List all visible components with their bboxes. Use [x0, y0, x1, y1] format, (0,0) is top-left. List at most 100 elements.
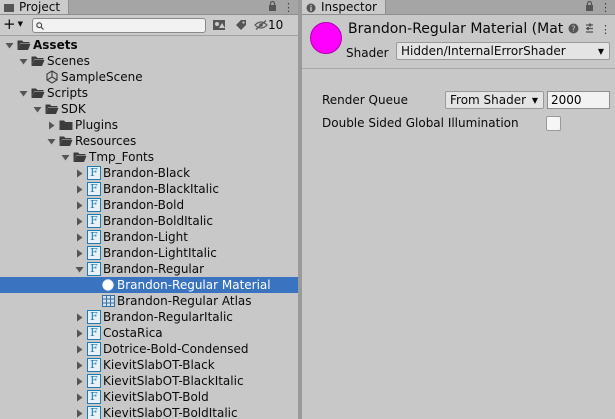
font-asset-icon: F	[87, 230, 101, 244]
expand-closed-arrow-icon[interactable]	[74, 360, 84, 370]
dsgi-label: Double Sided Global Illumination	[322, 116, 519, 130]
tree-item[interactable]: Scenes	[0, 53, 298, 69]
tree-item[interactable]: F Brandon-BoldItalic	[0, 213, 298, 229]
tree-item[interactable]: F Brandon-LightItalic	[0, 245, 298, 261]
render-queue-label: Render Queue	[322, 93, 408, 107]
inspector-tab-tools: ⋮	[585, 0, 611, 14]
expand-closed-arrow-icon[interactable]	[74, 184, 84, 194]
project-tabbar: Project ⋮	[0, 0, 298, 15]
render-queue-input[interactable]	[547, 91, 610, 109]
tree-item[interactable]: F CostaRica	[0, 325, 298, 341]
inspector-panel: Inspector ⋮ Brandon-Regular Material (Ma…	[302, 0, 615, 419]
expand-closed-arrow-icon[interactable]	[46, 120, 56, 130]
expand-open-arrow-icon[interactable]	[46, 136, 56, 146]
expand-open-arrow-icon[interactable]	[4, 40, 14, 50]
lock-icon[interactable]	[268, 0, 277, 14]
expand-open-arrow-icon[interactable]	[18, 56, 28, 66]
tree-item[interactable]: F KievitSlabOT-Bold	[0, 389, 298, 405]
shader-label: Shader	[346, 46, 389, 60]
tree-item[interactable]: F Brandon-Black	[0, 165, 298, 181]
expand-closed-arrow-icon[interactable]	[74, 248, 84, 258]
chevron-down-icon: ▼	[531, 96, 538, 105]
expand-closed-arrow-icon[interactable]	[74, 312, 84, 322]
tree-item[interactable]: Scripts	[0, 85, 298, 101]
panel-menu-icon[interactable]: ⋮	[283, 1, 294, 14]
expand-closed-arrow-icon[interactable]	[74, 216, 84, 226]
tree-item[interactable]: Resources	[0, 133, 298, 149]
render-queue-dropdown[interactable]: From Shader ▼	[445, 91, 544, 109]
expand-closed-arrow-icon[interactable]	[74, 200, 84, 210]
font-asset-icon: F	[87, 374, 101, 388]
tree-item-label: KievitSlabOT-BoldItalic	[103, 406, 238, 419]
font-asset-icon: F	[87, 326, 101, 340]
tree-item[interactable]: F Brandon-BlackItalic	[0, 181, 298, 197]
expand-closed-arrow-icon[interactable]	[74, 408, 84, 418]
tree-item-label: Brandon-Regular Material	[117, 278, 271, 292]
folder-icon	[59, 118, 73, 132]
project-toolbar-icons: 10	[210, 18, 283, 32]
tree-item[interactable]: F Brandon-RegularItalic	[0, 309, 298, 325]
font-asset-icon: F	[87, 310, 101, 324]
expand-closed-arrow-icon[interactable]	[74, 328, 84, 338]
expand-closed-arrow-icon[interactable]	[74, 232, 84, 242]
help-icon[interactable]: ?	[568, 23, 579, 37]
hidden-packages-toggle[interactable]: 10	[254, 18, 283, 32]
expand-closed-arrow-icon[interactable]	[74, 168, 84, 178]
material-icon	[101, 278, 115, 292]
tree-item[interactable]: SampleScene	[0, 69, 298, 85]
tree-item[interactable]: F KievitSlabOT-BoldItalic	[0, 405, 298, 419]
lock-icon[interactable]	[585, 0, 594, 14]
tree-item-label: Brandon-BlackItalic	[103, 182, 219, 196]
tree-item-label: Brandon-LightItalic	[103, 246, 217, 260]
chevron-down-icon: ▼	[17, 20, 23, 28]
context-menu-icon[interactable]: ⋮	[600, 23, 611, 37]
expand-open-arrow-icon[interactable]	[74, 264, 84, 274]
tree-item-label: Brandon-BoldItalic	[103, 214, 213, 228]
panel-menu-icon[interactable]: ⋮	[600, 1, 611, 14]
tree-item[interactable]: F Brandon-Light	[0, 229, 298, 245]
tree-item[interactable]: Assets	[0, 37, 298, 53]
tree-item[interactable]: Brandon-Regular Atlas	[0, 293, 298, 309]
folder-open-icon	[31, 54, 45, 68]
project-tree: Assets Scenes SampleScene Scripts SDK Plugins…	[0, 37, 298, 419]
tree-item[interactable]: F KievitSlabOT-Black	[0, 357, 298, 373]
expand-closed-arrow-icon[interactable]	[74, 344, 84, 354]
expand-closed-arrow-icon[interactable]	[74, 376, 84, 386]
tree-item[interactable]: SDK	[0, 101, 298, 117]
search-input[interactable]	[44, 20, 198, 31]
tree-item[interactable]: Brandon-Regular Material	[0, 277, 298, 293]
tree-item-label: SDK	[61, 102, 86, 116]
tree-item-label: Assets	[33, 38, 78, 52]
expand-open-arrow-icon[interactable]	[18, 88, 28, 98]
info-icon	[306, 2, 316, 13]
shader-dropdown[interactable]: Hidden/InternalErrorShader ▼	[396, 42, 610, 60]
preset-icon[interactable]	[584, 23, 595, 37]
expand-closed-arrow-icon[interactable]	[74, 392, 84, 402]
folder-icon	[4, 2, 14, 12]
search-by-label-button[interactable]	[232, 18, 250, 32]
dsgi-checkbox[interactable]	[546, 116, 561, 131]
search-field[interactable]	[32, 18, 206, 33]
font-asset-icon: F	[87, 342, 101, 356]
tree-item[interactable]: F KievitSlabOT-BlackItalic	[0, 373, 298, 389]
tree-item[interactable]: F Brandon-Regular	[0, 261, 298, 277]
tab-inspector[interactable]: Inspector	[302, 0, 386, 14]
tree-item[interactable]: F Brandon-Bold	[0, 197, 298, 213]
project-toolbar: + ▼ 10	[0, 15, 298, 36]
unity-scene-icon	[45, 70, 59, 84]
hidden-count: 10	[268, 18, 284, 32]
tree-item[interactable]: Tmp_Fonts	[0, 149, 298, 165]
expand-open-arrow-icon[interactable]	[60, 152, 70, 162]
expand-open-arrow-icon[interactable]	[32, 104, 42, 114]
tab-project[interactable]: Project	[0, 0, 70, 14]
font-asset-icon: F	[87, 166, 101, 180]
tree-item[interactable]: F Dotrice-Bold-Condensed	[0, 341, 298, 357]
plus-icon: +	[3, 15, 16, 33]
tree-item[interactable]: Plugins	[0, 117, 298, 133]
create-button[interactable]: + ▼	[3, 17, 23, 32]
tree-item-label: SampleScene	[61, 70, 143, 84]
tree-item-label: CostaRica	[103, 326, 163, 340]
search-by-type-button[interactable]	[210, 18, 228, 32]
eye-slash-icon	[254, 20, 268, 30]
header-icons: ? ⋮	[568, 23, 611, 37]
